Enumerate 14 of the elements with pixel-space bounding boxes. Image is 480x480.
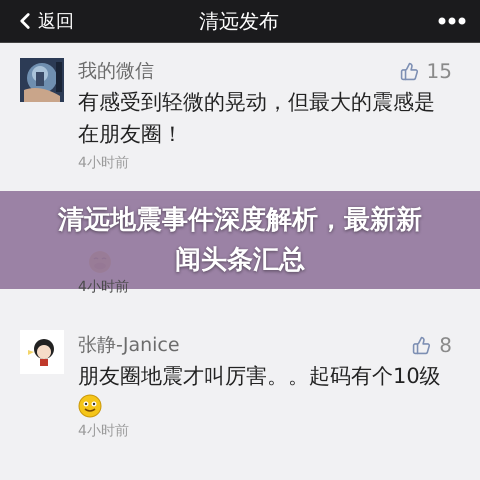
thumbs-up-icon[interactable] [412,336,432,354]
like-count: 15 [426,59,452,83]
commenter-name: 我的微信 [78,59,154,84]
page-title: 清远发布 [199,8,279,34]
comment-time: 4小时前 [78,422,129,440]
more-icon[interactable] [438,17,466,25]
comment-time: 4小时前 [78,154,129,172]
thumbs-up-icon[interactable] [400,62,419,80]
like-count: 8 [439,333,452,357]
comment-text: 朋友圈地震才叫厉害。。起码有个10级 [78,363,442,390]
headline-text: 清远地震事件深度解析，最新新闻头条汇总 [56,204,423,277]
back-button[interactable]: 返回 [12,8,74,34]
comment-text: 有感受到轻微的晃动，但最大的震感是在朋友圈！ [78,89,436,148]
commenter-name: 张静-Janice [78,333,180,358]
